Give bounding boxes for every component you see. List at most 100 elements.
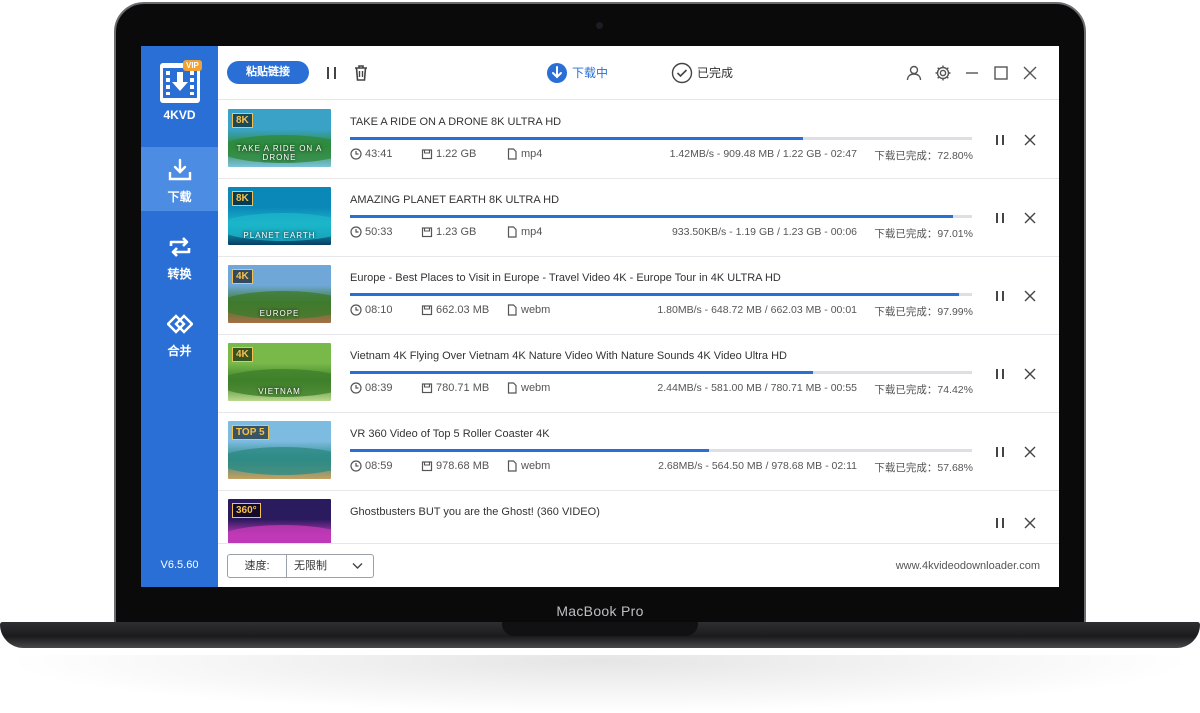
progress-bar bbox=[350, 215, 972, 218]
status-bar: 速度: 无限制 www.4kvideodownloader.com bbox=[218, 543, 1059, 587]
speed-value: 无限制 bbox=[294, 560, 327, 572]
close-icon[interactable] bbox=[1023, 289, 1037, 303]
quality-badge: 8K bbox=[232, 113, 253, 128]
video-title: VR 360 Video of Top 5 Roller Coaster 4K bbox=[350, 428, 550, 440]
file-format-icon bbox=[507, 148, 517, 160]
duration-value: 08:39 bbox=[365, 382, 393, 394]
merge-icon bbox=[167, 314, 193, 334]
transfer-status: 933.50KB/s - 1.19 GB / 1.23 GB - 00:06 bbox=[671, 226, 857, 238]
video-thumbnail: 4K EUROPE bbox=[228, 265, 331, 323]
video-title: Vietnam 4K Flying Over Vietnam 4K Nature… bbox=[350, 350, 787, 362]
clock-icon bbox=[350, 382, 362, 394]
quality-badge: 8K bbox=[232, 191, 253, 206]
floor-shadow bbox=[0, 655, 1200, 713]
completion-percent: 下载已完成：97.99% bbox=[874, 306, 973, 318]
sidebar-item-download[interactable]: 下载 bbox=[141, 147, 218, 211]
toolbar: 粘贴链接 下载中 已完成 bbox=[218, 46, 1059, 100]
pause-icon[interactable] bbox=[993, 133, 1007, 147]
transfer-status: 2.44MB/s - 581.00 MB / 780.71 MB - 00:55 bbox=[657, 382, 857, 394]
file-size-icon bbox=[421, 305, 433, 316]
pause-icon[interactable] bbox=[993, 367, 1007, 381]
transfer-status: 2.68MB/s - 564.50 MB / 978.68 MB - 02:11 bbox=[658, 460, 857, 472]
file-size-icon bbox=[421, 149, 433, 160]
maximize-icon[interactable] bbox=[992, 64, 1010, 82]
paste-link-button[interactable]: 粘贴链接 bbox=[227, 61, 309, 84]
file-format-icon bbox=[507, 226, 517, 238]
quality-badge: 360° bbox=[232, 503, 261, 518]
completion-percent: 下载已完成：97.01% bbox=[874, 228, 973, 240]
duration-value: 50:33 bbox=[365, 226, 393, 238]
trash-icon[interactable] bbox=[352, 64, 370, 82]
duration-value: 08:59 bbox=[365, 460, 393, 472]
gear-icon[interactable] bbox=[934, 64, 952, 82]
video-title: Ghostbusters BUT you are the Ghost! (360… bbox=[350, 506, 600, 518]
completion-percent: 下载已完成：74.42% bbox=[874, 384, 973, 396]
sidebar-item-label: 转换 bbox=[167, 267, 192, 281]
progress-bar bbox=[350, 371, 972, 374]
file-format-icon bbox=[507, 460, 517, 472]
close-window-icon[interactable] bbox=[1021, 64, 1039, 82]
video-thumbnail: 4K VIETNAM bbox=[228, 343, 331, 401]
sidebar-item-label: 合并 bbox=[167, 344, 192, 358]
pause-all-icon[interactable] bbox=[323, 64, 341, 82]
app-window: VIP 4KVD 下载 转换 合并 V6.5.60 粘贴链接 下载中 已完成 8… bbox=[141, 46, 1059, 587]
close-icon[interactable] bbox=[1023, 367, 1037, 381]
sidebar-item-merge[interactable]: 合并 bbox=[141, 301, 218, 365]
progress-bar bbox=[350, 293, 972, 296]
file-size-icon bbox=[421, 383, 433, 394]
clock-icon bbox=[350, 148, 362, 160]
close-icon[interactable] bbox=[1023, 445, 1037, 459]
thumbnail-caption: VIETNAM bbox=[258, 387, 301, 396]
completion-percent: 下载已完成：57.68% bbox=[874, 462, 973, 474]
thumbnail-caption: PLANET EARTH bbox=[243, 231, 316, 240]
download-row[interactable]: 4K VIETNAM Vietnam 4K Flying Over Vietnam … bbox=[218, 334, 1059, 413]
close-icon[interactable] bbox=[1023, 211, 1037, 225]
pause-icon[interactable] bbox=[993, 516, 1007, 530]
clock-icon bbox=[350, 460, 362, 472]
file-size-value: 780.71 MB bbox=[436, 382, 490, 394]
duration-value: 43:41 bbox=[365, 148, 393, 160]
download-row[interactable]: TOP 5 VR 360 Video of Top 5 Roller Coaste… bbox=[218, 412, 1059, 491]
sidebar-item-label: 下载 bbox=[167, 190, 192, 204]
website-link[interactable]: www.4kvideodownloader.com bbox=[896, 560, 1040, 572]
sidebar: VIP 4KVD 下载 转换 合并 V6.5.60 bbox=[141, 46, 218, 587]
version-label: V6.5.60 bbox=[160, 559, 199, 571]
speed-limit-select[interactable]: 速度: 无限制 bbox=[227, 554, 374, 578]
progress-fill bbox=[350, 449, 709, 452]
check-circle-icon bbox=[671, 62, 693, 84]
file-format-icon bbox=[507, 304, 517, 316]
file-size-icon bbox=[421, 227, 433, 238]
pause-icon[interactable] bbox=[993, 211, 1007, 225]
close-icon[interactable] bbox=[1023, 133, 1037, 147]
file-format-icon bbox=[507, 382, 517, 394]
download-row[interactable]: 4K EUROPE Europe - Best Places to Visit in… bbox=[218, 256, 1059, 335]
file-size-value: 1.23 GB bbox=[436, 226, 477, 238]
progress-bar bbox=[350, 449, 972, 452]
camera-icon bbox=[596, 22, 603, 29]
close-icon[interactable] bbox=[1023, 516, 1037, 530]
download-row[interactable]: 8K TAKE A RIDE ON A DRONE TAKE A RIDE ON A… bbox=[218, 100, 1059, 179]
app-name: 4KVD bbox=[163, 108, 196, 122]
vip-badge: VIP bbox=[183, 60, 202, 71]
duration-value: 08:10 bbox=[365, 304, 393, 316]
video-title: AMAZING PLANET EARTH 8K ULTRA HD bbox=[350, 194, 560, 206]
sidebar-item-convert[interactable]: 转换 bbox=[141, 224, 218, 288]
minimize-icon[interactable] bbox=[963, 64, 981, 82]
clock-icon bbox=[350, 226, 362, 238]
tab-label: 下载中 bbox=[572, 66, 609, 80]
user-icon[interactable] bbox=[905, 64, 923, 82]
thumbnail-caption: TAKE A RIDE ON A DRONE bbox=[236, 144, 323, 162]
arrow-down-circle-icon bbox=[547, 63, 567, 83]
file-format-value: mp4 bbox=[521, 226, 543, 238]
quality-badge: 4K bbox=[232, 269, 253, 284]
progress-fill bbox=[350, 293, 960, 296]
pause-icon[interactable] bbox=[993, 445, 1007, 459]
pause-icon[interactable] bbox=[993, 289, 1007, 303]
download-row[interactable]: 8K PLANET EARTH AMAZING PLANET EARTH 8K UL… bbox=[218, 178, 1059, 257]
file-format-value: mp4 bbox=[521, 148, 543, 160]
video-thumbnail: 8K PLANET EARTH bbox=[228, 187, 331, 245]
video-title: Europe - Best Places to Visit in Europe … bbox=[350, 272, 781, 284]
file-size-value: 662.03 MB bbox=[436, 304, 490, 316]
speed-label: 速度: bbox=[228, 555, 287, 577]
file-format-value: webm bbox=[521, 382, 551, 394]
